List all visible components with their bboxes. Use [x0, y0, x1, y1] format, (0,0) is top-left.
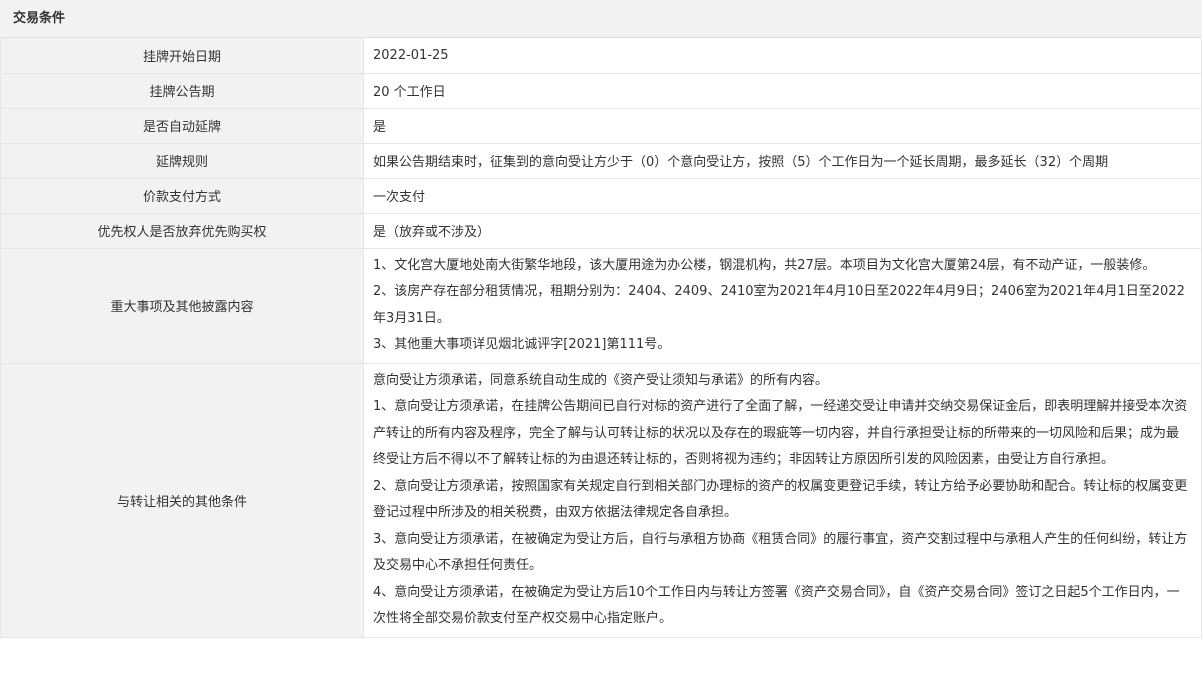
row-label-listing-period: 挂牌公告期 — [0, 73, 364, 109]
row-label-major-matters: 重大事项及其他披露内容 — [0, 248, 364, 364]
table-row: 重大事项及其他披露内容 1、文化宫大厦地处南大街繁华地段，该大厦用途为办公楼，钢… — [0, 248, 1202, 364]
row-label-other-conditions: 与转让相关的其他条件 — [0, 363, 364, 638]
trade-conditions-panel: 交易条件 挂牌开始日期 2022-01-25 挂牌公告期 20 个工作日 是否自… — [0, 0, 1202, 638]
major-matters-paragraph: 3、其他重大事项详见烟北诚评字[2021]第111号。 — [373, 337, 671, 352]
major-matters-paragraph: 1、文化宫大厦地处南大街繁华地段，该大厦用途为办公楼，钢混机构，共27层。本项目… — [373, 257, 1156, 273]
table-row: 挂牌开始日期 2022-01-25 — [0, 38, 1202, 74]
trade-conditions-table: 挂牌开始日期 2022-01-25 挂牌公告期 20 个工作日 是否自动延牌 是… — [0, 38, 1202, 638]
other-conditions-paragraph: 3、意向受让方须承诺，在被确定为受让方后，自行与承租方协商《租赁合同》的履行事宜… — [373, 531, 1188, 574]
other-conditions-paragraph: 意向受让方须承诺，同意系统自动生成的《资产受让须知与承诺》的所有内容。 — [373, 372, 829, 388]
table-row: 与转让相关的其他条件 意向受让方须承诺，同意系统自动生成的《资产受让须知与承诺》… — [0, 363, 1202, 638]
other-conditions-paragraph: 4、意向受让方须承诺，在被确定为受让方后10个工作日内与转让方签署《资产交易合同… — [373, 584, 1180, 627]
table-row: 延牌规则 如果公告期结束时，征集到的意向受让方少于（0）个意向受让方，按照（5）… — [0, 143, 1202, 179]
row-label-payment-method: 价款支付方式 — [0, 178, 364, 214]
row-value-preemptive-right: 是（放弃或不涉及） — [363, 213, 1202, 249]
row-value-major-matters: 1、文化宫大厦地处南大街繁华地段，该大厦用途为办公楼，钢混机构，共27层。本项目… — [363, 248, 1202, 364]
other-conditions-paragraph: 2、意向受让方须承诺，按照国家有关规定自行到相关部门办理标的资产的权属变更登记手… — [373, 478, 1188, 521]
row-value-payment-method: 一次支付 — [363, 178, 1202, 214]
row-label-listing-start-date: 挂牌开始日期 — [0, 38, 364, 74]
row-label-extend-rule: 延牌规则 — [0, 143, 364, 179]
table-row: 是否自动延牌 是 — [0, 108, 1202, 144]
row-value-extend-rule: 如果公告期结束时，征集到的意向受让方少于（0）个意向受让方，按照（5）个工作日为… — [363, 143, 1202, 179]
row-value-listing-start-date: 2022-01-25 — [363, 38, 1202, 74]
other-conditions-paragraph: 1、意向受让方须承诺，在挂牌公告期间已自行对标的资产进行了全面了解，一经递交受让… — [373, 399, 1188, 467]
major-matters-paragraph: 2、该房产存在部分租赁情况，租期分别为：2404、2409、2410室为2021… — [373, 284, 1185, 326]
row-value-other-conditions: 意向受让方须承诺，同意系统自动生成的《资产受让须知与承诺》的所有内容。 1、意向… — [363, 363, 1202, 638]
row-label-auto-extend: 是否自动延牌 — [0, 108, 364, 144]
table-row: 价款支付方式 一次支付 — [0, 178, 1202, 214]
table-row: 优先权人是否放弃优先购买权 是（放弃或不涉及） — [0, 213, 1202, 249]
row-label-preemptive-right: 优先权人是否放弃优先购买权 — [0, 213, 364, 249]
section-title: 交易条件 — [0, 0, 1202, 38]
row-value-auto-extend: 是 — [363, 108, 1202, 144]
row-value-listing-period: 20 个工作日 — [363, 73, 1202, 109]
table-row: 挂牌公告期 20 个工作日 — [0, 73, 1202, 109]
